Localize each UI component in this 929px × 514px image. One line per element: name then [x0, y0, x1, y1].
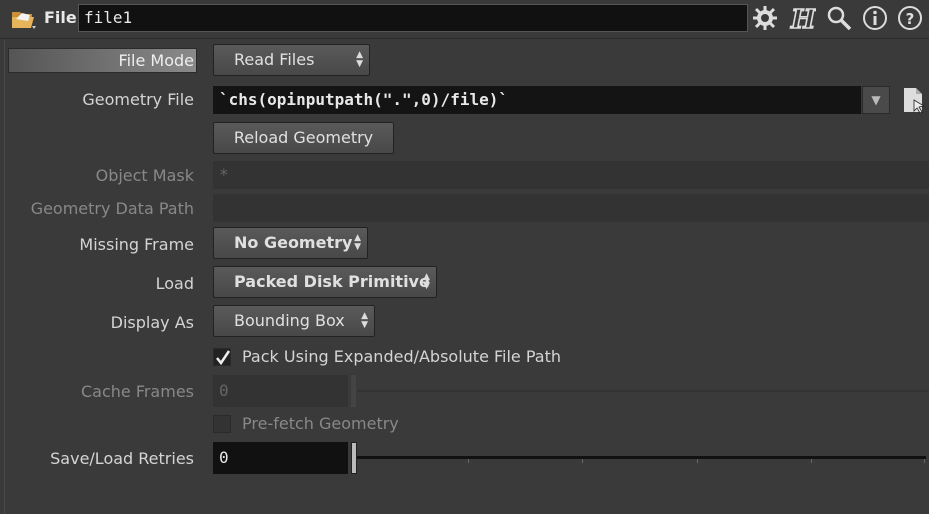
- folder-icon[interactable]: [10, 6, 38, 32]
- cache-frames-slider-track: [357, 390, 929, 392]
- menu-arrows-icon: ▲ ▼: [356, 50, 363, 69]
- file-chooser-icon[interactable]: [900, 86, 928, 116]
- slider-tick: [924, 459, 925, 463]
- cache-frames-slider-handle: [351, 375, 356, 407]
- geometry-data-path-field: [213, 194, 929, 222]
- load-label: Load: [155, 274, 194, 293]
- help-icon[interactable]: ?: [897, 5, 923, 31]
- display-as-menu[interactable]: Bounding Box ▲ ▼: [213, 305, 375, 337]
- pack-expanded-checkbox[interactable]: [213, 348, 231, 366]
- gear-icon[interactable]: [752, 5, 778, 31]
- prefetch-label: Pre-fetch Geometry: [242, 414, 399, 433]
- load-value: Packed Disk Primitive: [234, 272, 430, 291]
- retries-slider-track[interactable]: [357, 456, 926, 459]
- load-menu[interactable]: Packed Disk Primitive ▲ ▼: [213, 266, 437, 298]
- menu-arrows-icon: ▲ ▼: [361, 311, 368, 330]
- object-mask-label: Object Mask: [95, 166, 194, 185]
- svg-text:?: ?: [906, 10, 915, 28]
- retries-label: Save/Load Retries: [50, 449, 194, 468]
- cache-frames-field: 0: [213, 375, 348, 407]
- object-mask-field: *: [213, 161, 929, 189]
- houdini-help-icon[interactable]: H: [788, 4, 818, 36]
- slider-tick: [811, 459, 812, 463]
- svg-text:H: H: [790, 5, 816, 33]
- geometry-file-dropdown[interactable]: ▼: [862, 86, 890, 114]
- checkmark-icon: [216, 350, 231, 366]
- missing-frame-value: No Geometry: [234, 233, 353, 252]
- display-as-value: Bounding Box: [234, 311, 345, 330]
- reload-geometry-button[interactable]: Reload Geometry: [213, 122, 394, 154]
- menu-arrows-icon: ▲ ▼: [423, 272, 430, 291]
- display-as-label: Display As: [110, 313, 194, 332]
- slider-tick: [582, 459, 583, 463]
- geometry-data-path-label: Geometry Data Path: [30, 199, 194, 218]
- parameter-header: File file1 H ?: [0, 0, 929, 38]
- file-mode-menu[interactable]: Read Files ▲ ▼: [213, 44, 370, 76]
- node-name-field[interactable]: file1: [78, 4, 748, 32]
- menu-arrows-icon: ▲ ▼: [354, 233, 361, 252]
- header-divider: [0, 38, 929, 39]
- prefetch-checkbox: [213, 415, 231, 433]
- file-mode-value: Read Files: [234, 50, 315, 69]
- object-mask-placeholder: *: [219, 165, 229, 184]
- file-mode-label: File Mode: [118, 51, 194, 70]
- missing-frame-menu[interactable]: No Geometry ▲ ▼: [213, 227, 368, 259]
- cache-frames-label: Cache Frames: [80, 382, 194, 401]
- geometry-file-label: Geometry File: [82, 90, 194, 109]
- slider-tick: [697, 459, 698, 463]
- node-type-label: File: [44, 8, 77, 27]
- search-icon[interactable]: [826, 5, 852, 31]
- retries-field[interactable]: 0: [213, 442, 348, 474]
- slider-tick: [468, 459, 469, 463]
- pack-expanded-label: Pack Using Expanded/Absolute File Path: [242, 347, 562, 366]
- geometry-file-field[interactable]: `chs(opinputpath(".",0)/file)`: [213, 86, 861, 114]
- info-icon[interactable]: [862, 5, 888, 31]
- missing-frame-label: Missing Frame: [79, 235, 194, 254]
